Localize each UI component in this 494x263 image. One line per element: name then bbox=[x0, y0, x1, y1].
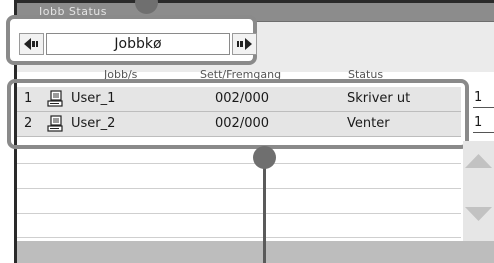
job-edge-value: 1 bbox=[474, 115, 483, 130]
bottom-bar bbox=[17, 241, 494, 263]
prev-queue-button[interactable] bbox=[19, 33, 44, 55]
triangle-up-icon bbox=[465, 154, 492, 168]
empty-row-line bbox=[17, 163, 461, 164]
queue-selector: Jobbkø bbox=[6, 15, 257, 65]
row-divider bbox=[473, 132, 494, 133]
arrow-right-icon bbox=[237, 38, 252, 50]
empty-row-line bbox=[17, 213, 461, 214]
queue-field[interactable]: Jobbkø bbox=[46, 33, 230, 55]
arrow-left-icon bbox=[24, 38, 38, 50]
row-divider bbox=[473, 107, 494, 108]
callout-marker bbox=[253, 146, 276, 169]
triangle-down-icon bbox=[465, 207, 492, 221]
job-edge-value: 1 bbox=[474, 90, 483, 105]
scroll-down-button[interactable] bbox=[463, 195, 494, 235]
empty-row-line bbox=[17, 188, 461, 189]
scrollbar bbox=[463, 141, 494, 241]
empty-row-line bbox=[17, 237, 461, 238]
next-queue-button[interactable] bbox=[232, 33, 257, 55]
scroll-up-button[interactable] bbox=[463, 143, 494, 183]
callout-line bbox=[263, 158, 266, 263]
job-list-highlight bbox=[7, 79, 469, 149]
